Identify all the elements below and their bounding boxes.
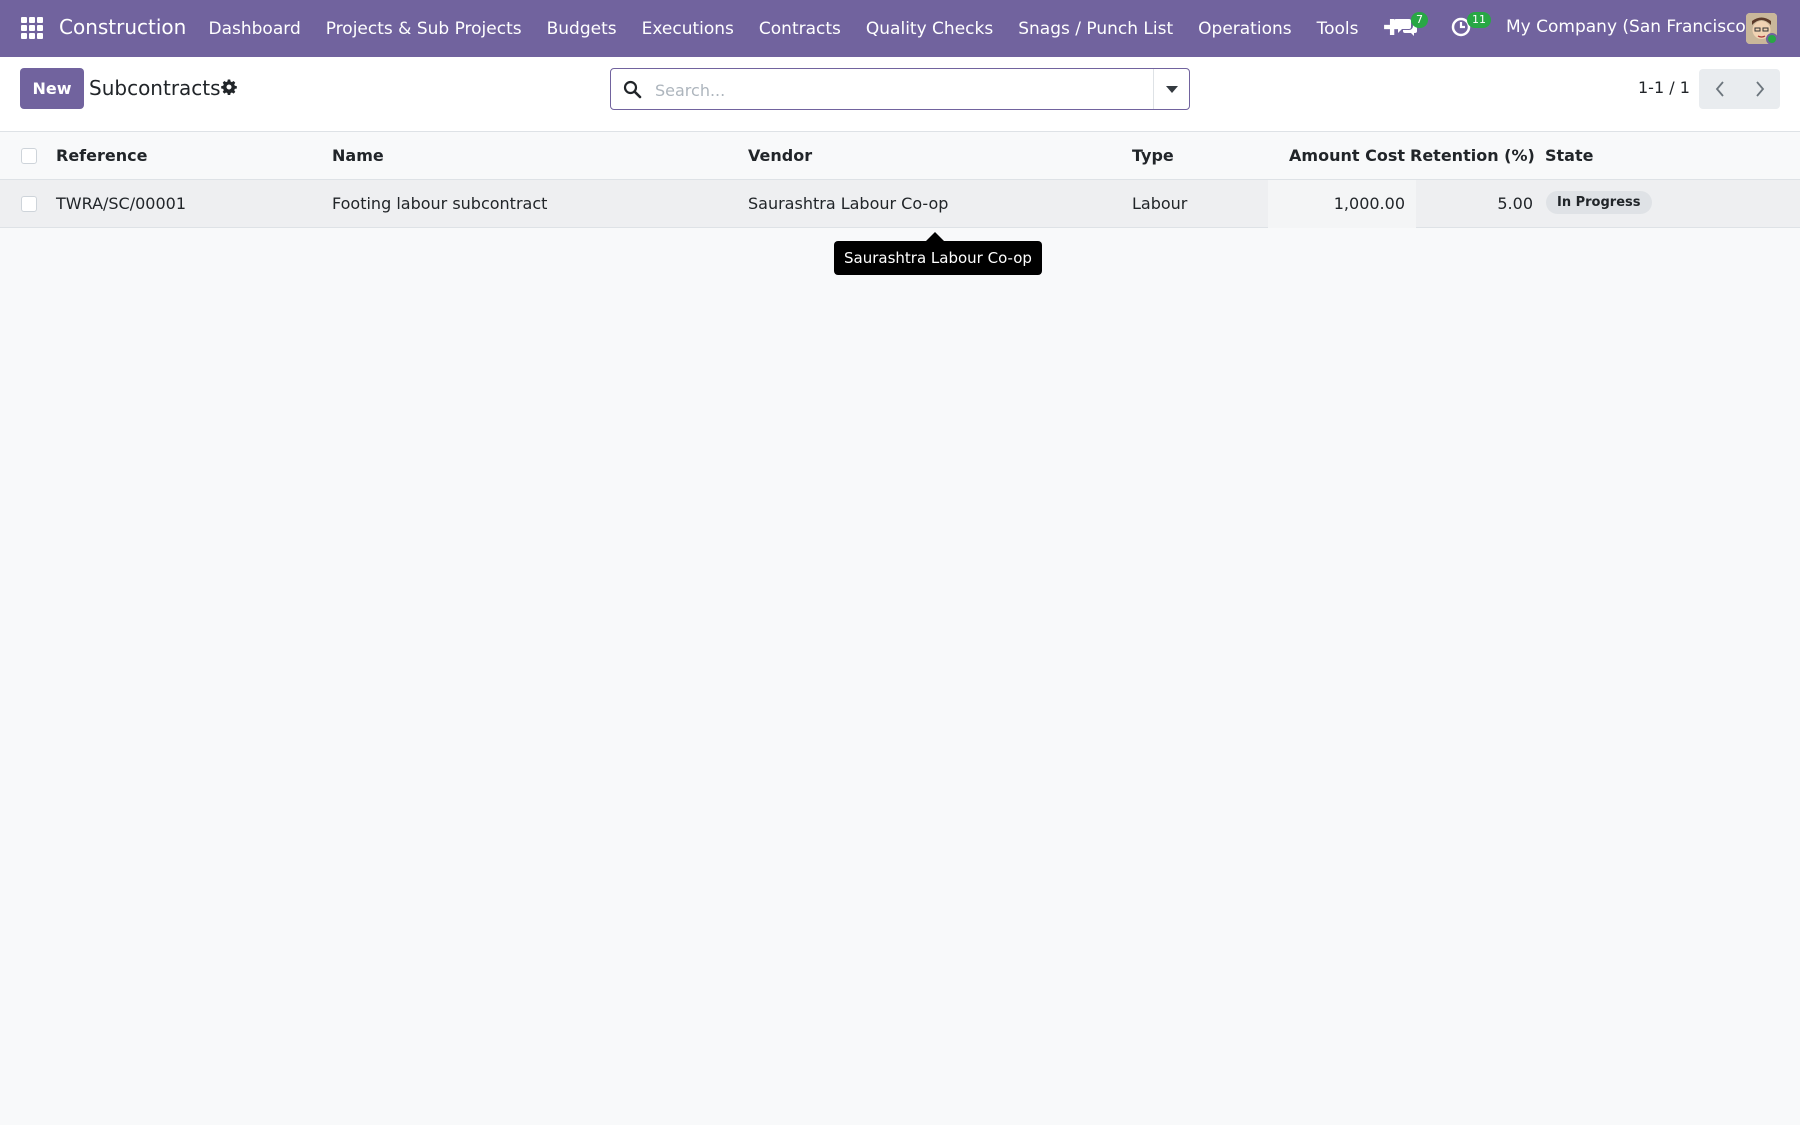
caret-down-icon <box>1166 85 1178 93</box>
control-panel: New Subcontracts 1-1 / 1 <box>0 57 1800 132</box>
tooltip-arrow <box>926 232 944 241</box>
gear-icon[interactable] <box>221 79 237 95</box>
column-header-retention[interactable]: Retention (%) <box>1410 146 1535 165</box>
pager-previous-button[interactable] <box>1699 69 1740 109</box>
table-header: Reference Name Vendor Type Amount Cost R… <box>0 132 1800 180</box>
search-icon <box>623 80 642 99</box>
row-checkbox[interactable] <box>21 196 37 212</box>
menu-item-snags[interactable]: Snags / Punch List <box>1006 0 1186 57</box>
chat-count-badge: 7 <box>1411 12 1428 28</box>
search-bar <box>610 68 1190 110</box>
column-header-vendor[interactable]: Vendor <box>748 146 812 165</box>
cell-vendor: Saurashtra Labour Co-op <box>748 194 949 213</box>
activity-button[interactable]: 11 <box>1450 12 1491 40</box>
chevron-right-icon <box>1756 81 1765 97</box>
menu-item-operations[interactable]: Operations <box>1186 0 1304 57</box>
activity-count-badge: 11 <box>1467 12 1491 28</box>
column-header-amount-cost[interactable]: Amount Cost <box>1270 146 1405 165</box>
column-header-type[interactable]: Type <box>1132 146 1174 165</box>
apps-grid-icon[interactable] <box>21 17 43 39</box>
menu-item-tools[interactable]: Tools <box>1304 0 1371 57</box>
cell-type: Labour <box>1132 194 1188 213</box>
menu-item-contracts[interactable]: Contracts <box>746 0 853 57</box>
table-row[interactable]: TWRA/SC/00001 Footing labour subcontract… <box>0 180 1800 228</box>
pager-value[interactable]: 1-1 / 1 <box>1638 78 1690 97</box>
main-menu: Dashboard Projects & Sub Projects Budget… <box>196 0 1413 57</box>
cell-amount-cost: 1,000.00 <box>1333 194 1405 213</box>
top-navbar: Construction Dashboard Projects & Sub Pr… <box>0 0 1800 57</box>
company-switcher[interactable]: My Company (San Francisco) <box>1506 17 1752 37</box>
vendor-tooltip: Saurashtra Labour Co-op <box>834 241 1042 275</box>
new-button[interactable]: New <box>20 68 84 109</box>
cell-name: Footing labour subcontract <box>332 194 548 213</box>
search-input[interactable] <box>655 77 1135 103</box>
menu-item-projects[interactable]: Projects & Sub Projects <box>313 0 534 57</box>
menu-item-quality-checks[interactable]: Quality Checks <box>853 0 1005 57</box>
subcontracts-table: Reference Name Vendor Type Amount Cost R… <box>0 132 1800 228</box>
search-options-toggle[interactable] <box>1153 69 1190 109</box>
cell-retention: 5.00 <box>1497 194 1533 213</box>
page-title: Subcontracts <box>89 76 221 100</box>
pager-next-button[interactable] <box>1740 69 1780 109</box>
status-badge: In Progress <box>1546 191 1652 214</box>
online-status-dot <box>1766 33 1778 45</box>
menu-item-executions[interactable]: Executions <box>629 0 746 57</box>
menu-item-dashboard[interactable]: Dashboard <box>196 0 313 57</box>
cell-reference: TWRA/SC/00001 <box>56 194 187 213</box>
chevron-left-icon <box>1715 81 1724 97</box>
column-header-reference[interactable]: Reference <box>56 146 147 165</box>
column-header-name[interactable]: Name <box>332 146 384 165</box>
select-all-checkbox[interactable] <box>21 148 37 164</box>
app-brand[interactable]: Construction <box>59 15 186 39</box>
chat-button[interactable]: 7 <box>1394 12 1428 40</box>
menu-item-budgets[interactable]: Budgets <box>534 0 629 57</box>
column-header-state[interactable]: State <box>1545 146 1593 165</box>
